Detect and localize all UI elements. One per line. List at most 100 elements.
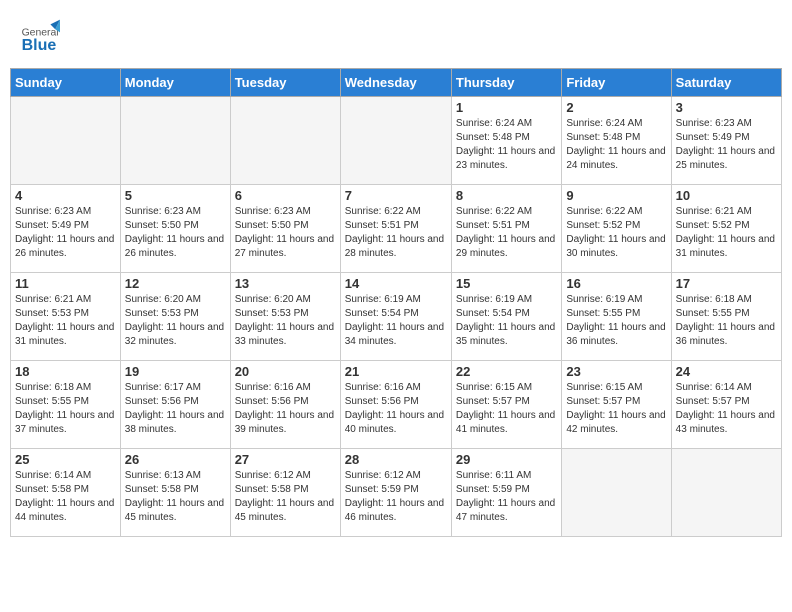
- calendar-cell: 8 Sunrise: 6:22 AM Sunset: 5:51 PM Daylig…: [451, 185, 561, 273]
- calendar-cell: 24Sunrise: 6:14 AM Sunset: 5:57 PM Dayli…: [671, 361, 781, 449]
- weekday-header-friday: Friday: [562, 69, 671, 97]
- calendar-cell: 9 Sunrise: 6:22 AM Sunset: 5:52 PM Daylig…: [562, 185, 671, 273]
- day-info: Sunrise: 6:15 AM Sunset: 5:57 PM Dayligh…: [456, 381, 557, 437]
- calendar-cell: 27 Sunrise: 6:12 AM Sunset: 5:58 PM Dayli…: [230, 449, 340, 537]
- day-info: Sunrise: 6:12 AM Sunset: 5:58 PM Dayligh…: [235, 469, 336, 525]
- day-info: Sunrise: 6:22 AM Sunset: 5:51 PM Dayligh…: [345, 205, 447, 261]
- calendar-cell: 18 Sunrise: 6:18 AM Sunset: 5:55 PM Dayli…: [11, 361, 121, 449]
- week-row-1: 1 Sunrise: 6:24 AM Sunset: 5:48 PM Daylig…: [11, 97, 782, 185]
- day-info: Sunrise: 6:21 AM Sunset: 5:52 PM Dayligh…: [676, 205, 777, 261]
- week-row-4: 18 Sunrise: 6:18 AM Sunset: 5:55 PM Dayli…: [11, 361, 782, 449]
- week-row-3: 11 Sunrise: 6:21 AM Sunset: 5:53 PM Dayli…: [11, 273, 782, 361]
- calendar-cell: 1Sunrise: 6:24 AM Sunset: 5:48 PM Daylig…: [451, 97, 561, 185]
- day-info: Sunrise: 6:18 AM Sunset: 5:55 PM Dayligh…: [676, 293, 777, 349]
- day-info: Sunrise: 6:19 AM Sunset: 5:54 PM Dayligh…: [345, 293, 447, 349]
- calendar-cell: 2Sunrise: 6:24 AM Sunset: 5:48 PM Daylig…: [562, 97, 671, 185]
- calendar-cell: 26 Sunrise: 6:13 AM Sunset: 5:58 PM Dayli…: [120, 449, 230, 537]
- weekday-header-thursday: Thursday: [451, 69, 561, 97]
- day-number: 26: [125, 452, 226, 467]
- day-info: Sunrise: 6:22 AM Sunset: 5:52 PM Dayligh…: [566, 205, 666, 261]
- calendar-cell: 4Sunrise: 6:23 AM Sunset: 5:49 PM Daylig…: [11, 185, 121, 273]
- day-info: Sunrise: 6:16 AM Sunset: 5:56 PM Dayligh…: [345, 381, 447, 437]
- day-info: Sunrise: 6:14 AM Sunset: 5:58 PM Dayligh…: [15, 469, 116, 525]
- weekday-header-wednesday: Wednesday: [340, 69, 451, 97]
- calendar-cell: 16 Sunrise: 6:19 AM Sunset: 5:55 PM Dayli…: [562, 273, 671, 361]
- day-info: Sunrise: 6:11 AM Sunset: 5:59 PM Dayligh…: [456, 469, 557, 525]
- day-info: Sunrise: 6:22 AM Sunset: 5:51 PM Dayligh…: [456, 205, 557, 261]
- calendar-cell: 20Sunrise: 6:16 AM Sunset: 5:56 PM Dayli…: [230, 361, 340, 449]
- day-info: Sunrise: 6:17 AM Sunset: 5:56 PM Dayligh…: [125, 381, 226, 437]
- day-number: 9: [566, 188, 666, 203]
- day-number: 16: [566, 276, 666, 291]
- day-info: Sunrise: 6:21 AM Sunset: 5:53 PM Dayligh…: [15, 293, 116, 349]
- day-number: 1: [456, 100, 557, 115]
- day-number: 11: [15, 276, 116, 291]
- calendar-cell: 7 Sunrise: 6:22 AM Sunset: 5:51 PM Daylig…: [340, 185, 451, 273]
- calendar-cell: 17 Sunrise: 6:18 AM Sunset: 5:55 PM Dayli…: [671, 273, 781, 361]
- calendar-table: SundayMondayTuesdayWednesdayThursdayFrid…: [10, 68, 782, 537]
- day-info: Sunrise: 6:18 AM Sunset: 5:55 PM Dayligh…: [15, 381, 116, 437]
- calendar-cell: 28 Sunrise: 6:12 AM Sunset: 5:59 PM Dayli…: [340, 449, 451, 537]
- weekday-header-tuesday: Tuesday: [230, 69, 340, 97]
- calendar-cell: [562, 449, 671, 537]
- weekday-header-row: SundayMondayTuesdayWednesdayThursdayFrid…: [11, 69, 782, 97]
- week-row-5: 25 Sunrise: 6:14 AM Sunset: 5:58 PM Dayli…: [11, 449, 782, 537]
- day-number: 18: [15, 364, 116, 379]
- day-info: Sunrise: 6:13 AM Sunset: 5:58 PM Dayligh…: [125, 469, 226, 525]
- day-number: 25: [15, 452, 116, 467]
- day-number: 20: [235, 364, 336, 379]
- calendar-cell: 12 Sunrise: 6:20 AM Sunset: 5:53 PM Dayli…: [120, 273, 230, 361]
- calendar-cell: 11 Sunrise: 6:21 AM Sunset: 5:53 PM Dayli…: [11, 273, 121, 361]
- day-number: 17: [676, 276, 777, 291]
- day-number: 27: [235, 452, 336, 467]
- calendar-cell: 19 Sunrise: 6:17 AM Sunset: 5:56 PM Dayli…: [120, 361, 230, 449]
- day-info: Sunrise: 6:19 AM Sunset: 5:54 PM Dayligh…: [456, 293, 557, 349]
- day-number: 12: [125, 276, 226, 291]
- day-number: 5: [125, 188, 226, 203]
- calendar-cell: [120, 97, 230, 185]
- day-info: Sunrise: 6:19 AM Sunset: 5:55 PM Dayligh…: [566, 293, 666, 349]
- day-number: 22: [456, 364, 557, 379]
- day-number: 15: [456, 276, 557, 291]
- day-info: Sunrise: 6:14 AM Sunset: 5:57 PM Dayligh…: [676, 381, 777, 437]
- calendar-cell: 29 Sunrise: 6:11 AM Sunset: 5:59 PM Dayli…: [451, 449, 561, 537]
- day-info: Sunrise: 6:23 AM Sunset: 5:50 PM Dayligh…: [125, 205, 226, 261]
- day-number: 8: [456, 188, 557, 203]
- day-info: Sunrise: 6:24 AM Sunset: 5:48 PM Dayligh…: [566, 117, 666, 173]
- day-number: 14: [345, 276, 447, 291]
- day-info: Sunrise: 6:20 AM Sunset: 5:53 PM Dayligh…: [235, 293, 336, 349]
- weekday-header-sunday: Sunday: [11, 69, 121, 97]
- weekday-header-monday: Monday: [120, 69, 230, 97]
- day-number: 10: [676, 188, 777, 203]
- day-number: 19: [125, 364, 226, 379]
- calendar-cell: [230, 97, 340, 185]
- day-number: 29: [456, 452, 557, 467]
- day-info: Sunrise: 6:15 AM Sunset: 5:57 PM Dayligh…: [566, 381, 666, 437]
- day-info: Sunrise: 6:23 AM Sunset: 5:50 PM Dayligh…: [235, 205, 336, 261]
- calendar-cell: 6 Sunrise: 6:23 AM Sunset: 5:50 PM Daylig…: [230, 185, 340, 273]
- calendar-cell: [671, 449, 781, 537]
- day-number: 7: [345, 188, 447, 203]
- day-number: 28: [345, 452, 447, 467]
- calendar-cell: 22 Sunrise: 6:15 AM Sunset: 5:57 PM Dayli…: [451, 361, 561, 449]
- day-number: 13: [235, 276, 336, 291]
- day-number: 6: [235, 188, 336, 203]
- calendar-cell: 13 Sunrise: 6:20 AM Sunset: 5:53 PM Dayli…: [230, 273, 340, 361]
- calendar-cell: 3Sunrise: 6:23 AM Sunset: 5:49 PM Daylig…: [671, 97, 781, 185]
- calendar-cell: 5 Sunrise: 6:23 AM Sunset: 5:50 PM Daylig…: [120, 185, 230, 273]
- calendar-cell: [11, 97, 121, 185]
- day-info: Sunrise: 6:20 AM Sunset: 5:53 PM Dayligh…: [125, 293, 226, 349]
- week-row-2: 4Sunrise: 6:23 AM Sunset: 5:49 PM Daylig…: [11, 185, 782, 273]
- day-number: 21: [345, 364, 447, 379]
- calendar-cell: 21 Sunrise: 6:16 AM Sunset: 5:56 PM Dayli…: [340, 361, 451, 449]
- calendar-cell: 14 Sunrise: 6:19 AM Sunset: 5:54 PM Dayli…: [340, 273, 451, 361]
- day-info: Sunrise: 6:12 AM Sunset: 5:59 PM Dayligh…: [345, 469, 447, 525]
- page-header: General Blue: [10, 10, 782, 62]
- day-number: 23: [566, 364, 666, 379]
- calendar-cell: 10 Sunrise: 6:21 AM Sunset: 5:52 PM Dayli…: [671, 185, 781, 273]
- calendar-cell: [340, 97, 451, 185]
- logo-icon: General Blue: [20, 18, 60, 58]
- day-info: Sunrise: 6:23 AM Sunset: 5:49 PM Dayligh…: [676, 117, 777, 173]
- day-info: Sunrise: 6:23 AM Sunset: 5:49 PM Dayligh…: [15, 205, 116, 261]
- svg-text:Blue: Blue: [22, 37, 57, 54]
